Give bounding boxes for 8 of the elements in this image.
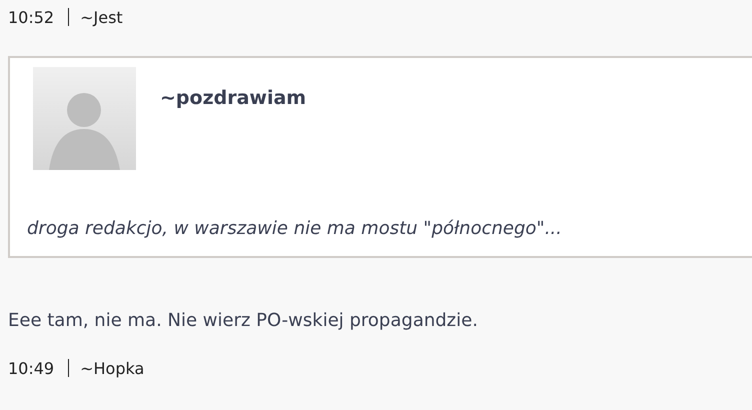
quote-text: droga redakcjo, w warszawie nie ma mostu "północnego"... [27,218,563,239]
comment-time: 10:49 [8,358,54,378]
quote-author: ~pozdrawiam [160,87,306,109]
avatar-icon [33,67,136,170]
comment-author: ~Hopka [80,358,144,378]
comment-author: ~Jest [80,8,123,26]
comment-time: 10:52 [8,8,54,26]
comment-text: Eee tam, nie ma. Nie wierz PO-wskiej propagandzie. [8,310,479,331]
